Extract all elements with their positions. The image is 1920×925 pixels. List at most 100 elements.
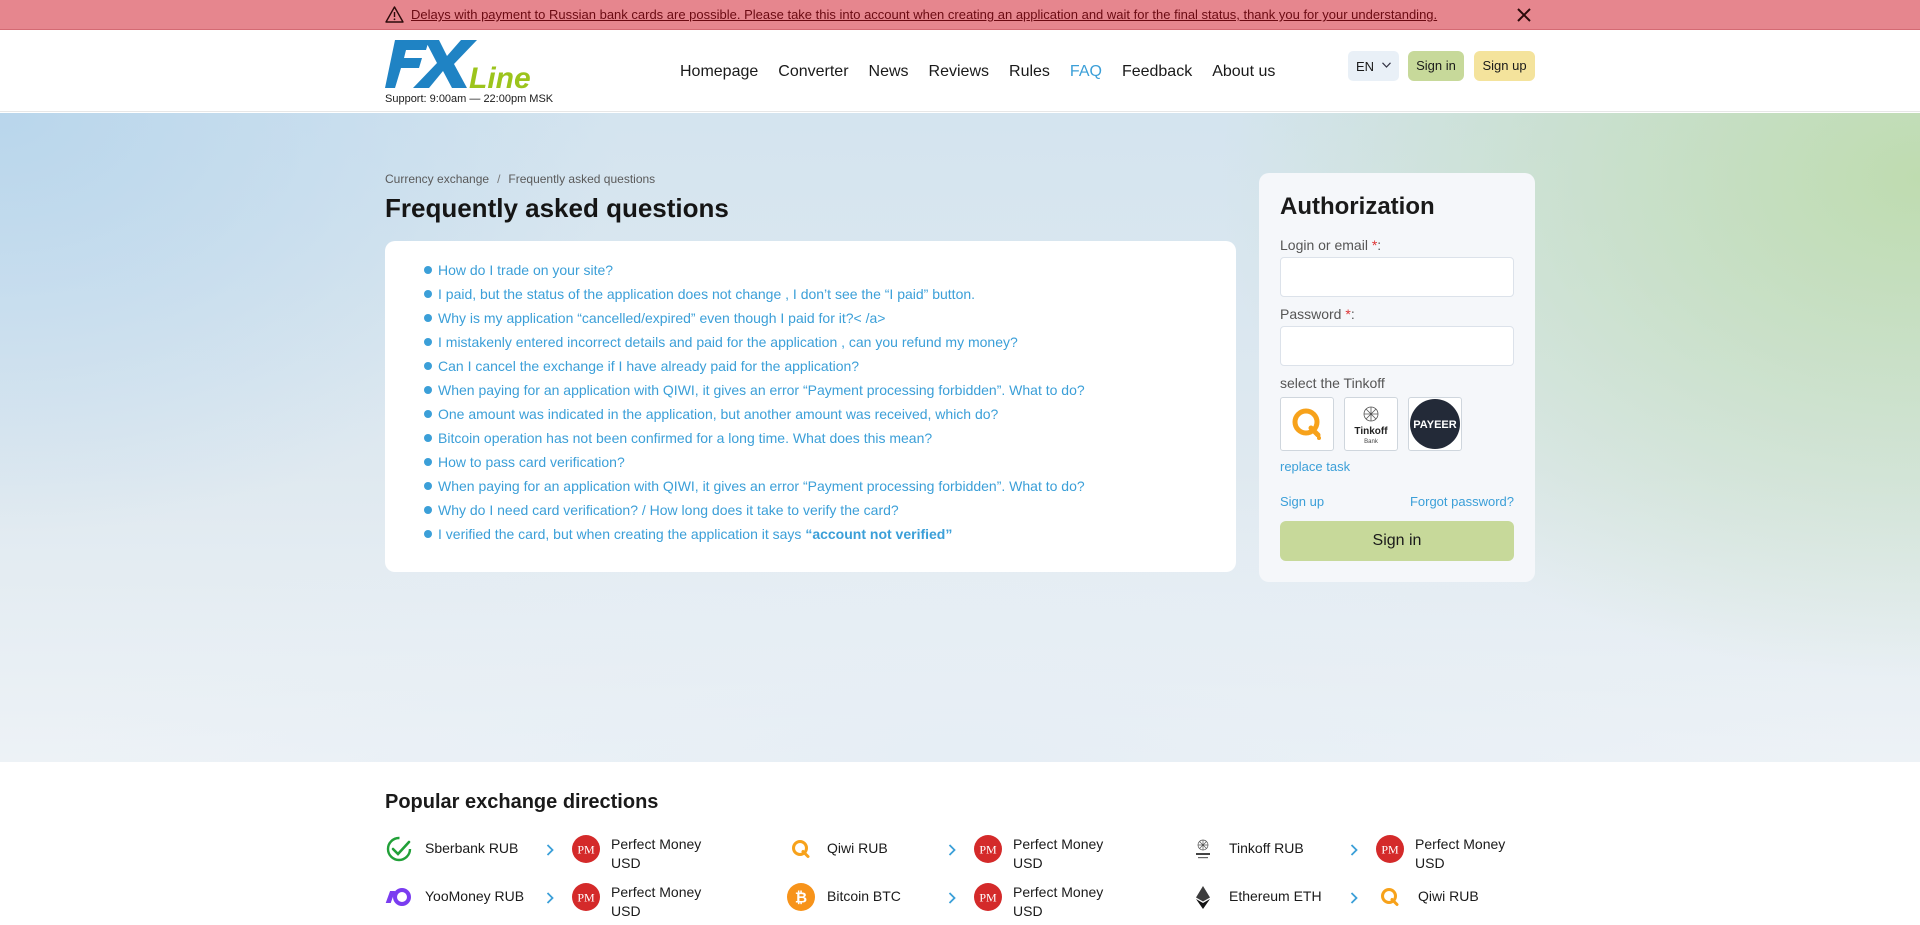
- tinkoff-logo-sub: Bank: [1364, 439, 1379, 445]
- from-currency: Bitcoin BTC: [827, 888, 901, 904]
- nav-about-us[interactable]: About us: [1212, 63, 1275, 81]
- close-icon[interactable]: [1515, 6, 1533, 24]
- signin-button[interactable]: Sign in: [1280, 521, 1514, 561]
- warning-icon: [385, 6, 404, 23]
- to-currency-name: Perfect Money: [611, 884, 702, 900]
- faq-panel: How do I trade on your site? I paid, but…: [385, 241, 1236, 572]
- pm-icon-text: PM: [1381, 843, 1399, 857]
- auth-title: Authorization: [1280, 193, 1435, 220]
- support-hours: Support: 9:00am — 22:00pm MSK: [385, 93, 554, 105]
- from-currency: YooMoney RUB: [425, 888, 525, 904]
- captcha-prompt: select the Tinkoff: [1280, 375, 1385, 391]
- nav-reviews[interactable]: Reviews: [929, 63, 989, 81]
- authorization-panel: Authorization Login or email *: Password…: [1259, 173, 1535, 582]
- header-signup-button[interactable]: Sign up: [1474, 51, 1535, 81]
- faq-item[interactable]: Why do I need card verification? / How l…: [424, 501, 1085, 525]
- faq-item[interactable]: I mistakenly entered incorrect details a…: [424, 333, 1085, 357]
- captcha-option-qiwi[interactable]: [1280, 397, 1334, 451]
- captcha-option-payeer[interactable]: PAYEER: [1408, 397, 1462, 451]
- perfect-money-icon: PM: [572, 883, 600, 911]
- nav-homepage[interactable]: Homepage: [680, 63, 758, 81]
- perfect-money-icon: PM: [974, 883, 1002, 911]
- login-input[interactable]: [1280, 257, 1514, 297]
- to-currency-code: USD: [1415, 855, 1445, 871]
- to-currency: Perfect Money USD: [611, 883, 701, 921]
- faq-item[interactable]: I paid, but the status of the applicatio…: [424, 285, 1085, 309]
- fxline-logo[interactable]: Line: [385, 38, 545, 90]
- to-currency-code: USD: [611, 855, 641, 871]
- alert-bar: Delays with payment to Russian bank card…: [0, 0, 1920, 30]
- faq-list: How do I trade on your site? I paid, but…: [424, 261, 1085, 549]
- language-value: EN: [1356, 59, 1375, 74]
- to-currency-name: Perfect Money: [1415, 836, 1506, 852]
- faq-item[interactable]: When paying for an application with QIWI…: [424, 381, 1085, 405]
- forgot-password-link[interactable]: Forgot password?: [1410, 494, 1514, 509]
- pm-icon-text: PM: [979, 843, 997, 857]
- to-currency-code: USD: [611, 903, 641, 919]
- svg-text:Line: Line: [469, 62, 531, 90]
- login-label: Login or email *:: [1280, 237, 1381, 253]
- replace-task-link[interactable]: replace task: [1280, 459, 1350, 474]
- to-currency: Perfect Money USD: [1013, 835, 1103, 873]
- signup-link[interactable]: Sign up: [1280, 494, 1324, 509]
- popular-directions-title: Popular exchange directions: [385, 791, 659, 813]
- nav-news[interactable]: News: [869, 63, 909, 81]
- from-currency: Tinkoff RUB: [1229, 840, 1304, 856]
- password-label-text: Password: [1280, 306, 1342, 322]
- ethereum-icon: [1196, 886, 1210, 909]
- exchange-direction[interactable]: Sberbank RUB PM Perfect Money USD: [385, 827, 715, 871]
- to-currency-code: USD: [1013, 903, 1043, 919]
- to-currency: Perfect Money USD: [611, 835, 701, 873]
- perfect-money-icon: PM: [1376, 835, 1404, 863]
- faq-item[interactable]: Bitcoin operation has not been confirmed…: [424, 429, 1085, 453]
- login-label-text: Login or email: [1280, 237, 1368, 253]
- nav-faq[interactable]: FAQ: [1070, 63, 1102, 81]
- faq-item[interactable]: How do I trade on your site?: [424, 261, 1085, 285]
- page-title: Frequently asked questions: [385, 193, 729, 223]
- exchange-direction[interactable]: ₿ Bitcoin BTC PM Perfect Money USD: [787, 875, 1117, 919]
- faq-item[interactable]: One amount was indicated in the applicat…: [424, 405, 1085, 429]
- payeer-logo-text: PAYEER: [1413, 419, 1456, 431]
- faq-item[interactable]: When paying for an application with QIWI…: [424, 477, 1085, 501]
- nav-converter[interactable]: Converter: [778, 63, 848, 81]
- exchange-direction[interactable]: Ethereum ETH Qiwi RUB: [1189, 875, 1535, 913]
- password-input[interactable]: [1280, 326, 1514, 366]
- bitcoin-icon: ₿: [787, 883, 815, 911]
- to-currency: Qiwi RUB: [1418, 888, 1479, 904]
- site-header: Line Support: 9:00am — 22:00pm MSK Homep…: [0, 31, 1920, 112]
- tinkoff-icon: Tinkoff Bank: [1354, 406, 1388, 445]
- exchange-direction[interactable]: Tinkoff RUB PM Perfect Money USD: [1189, 827, 1535, 871]
- to-currency: Perfect Money USD: [1415, 835, 1505, 873]
- faq-item[interactable]: Why is my application “cancelled/expired…: [424, 309, 1085, 333]
- chevron-right-icon: [546, 892, 554, 904]
- alert-message[interactable]: Delays with payment to Russian bank card…: [411, 7, 1437, 22]
- chevron-right-icon: [1350, 844, 1358, 856]
- pm-icon-text: PM: [577, 891, 595, 905]
- chevron-right-icon: [948, 844, 956, 856]
- header-signin-button[interactable]: Sign in: [1408, 51, 1464, 81]
- exchange-direction[interactable]: Qiwi RUB PM Perfect Money USD: [787, 827, 1117, 871]
- nav-feedback[interactable]: Feedback: [1122, 63, 1192, 81]
- breadcrumb-item-current: Frequently asked questions: [508, 172, 656, 186]
- pm-icon-text: PM: [577, 843, 595, 857]
- tinkoff-logo-text: Tinkoff: [1354, 426, 1388, 437]
- captcha-option-tinkoff[interactable]: Tinkoff Bank: [1344, 397, 1398, 451]
- to-currency-code: USD: [1013, 855, 1043, 871]
- qiwi-icon: [1292, 408, 1321, 440]
- exchange-direction[interactable]: YooMoney RUB PM Perfect Money USD: [385, 875, 715, 919]
- yoomoney-icon: [385, 888, 411, 906]
- language-select[interactable]: EN: [1348, 51, 1399, 81]
- sberbank-icon: [386, 836, 412, 862]
- faq-item-last[interactable]: I verified the card, but when creating t…: [424, 525, 1085, 549]
- main-nav: Homepage Converter News Reviews Rules FA…: [680, 63, 1275, 81]
- faq-item[interactable]: Can I cancel the exchange if I have alre…: [424, 357, 1085, 381]
- faq-item[interactable]: How to pass card verification?: [424, 453, 1085, 477]
- breadcrumb-item-home[interactable]: Currency exchange: [385, 172, 489, 186]
- nav-rules[interactable]: Rules: [1009, 63, 1050, 81]
- to-currency-name: Perfect Money: [1013, 884, 1104, 900]
- chevron-right-icon: [546, 844, 554, 856]
- breadcrumb: Currency exchange / Frequently asked quest…: [385, 172, 655, 186]
- chevron-down-icon: [1382, 62, 1391, 68]
- from-currency: Qiwi RUB: [827, 840, 888, 856]
- label-colon: :: [1350, 306, 1355, 322]
